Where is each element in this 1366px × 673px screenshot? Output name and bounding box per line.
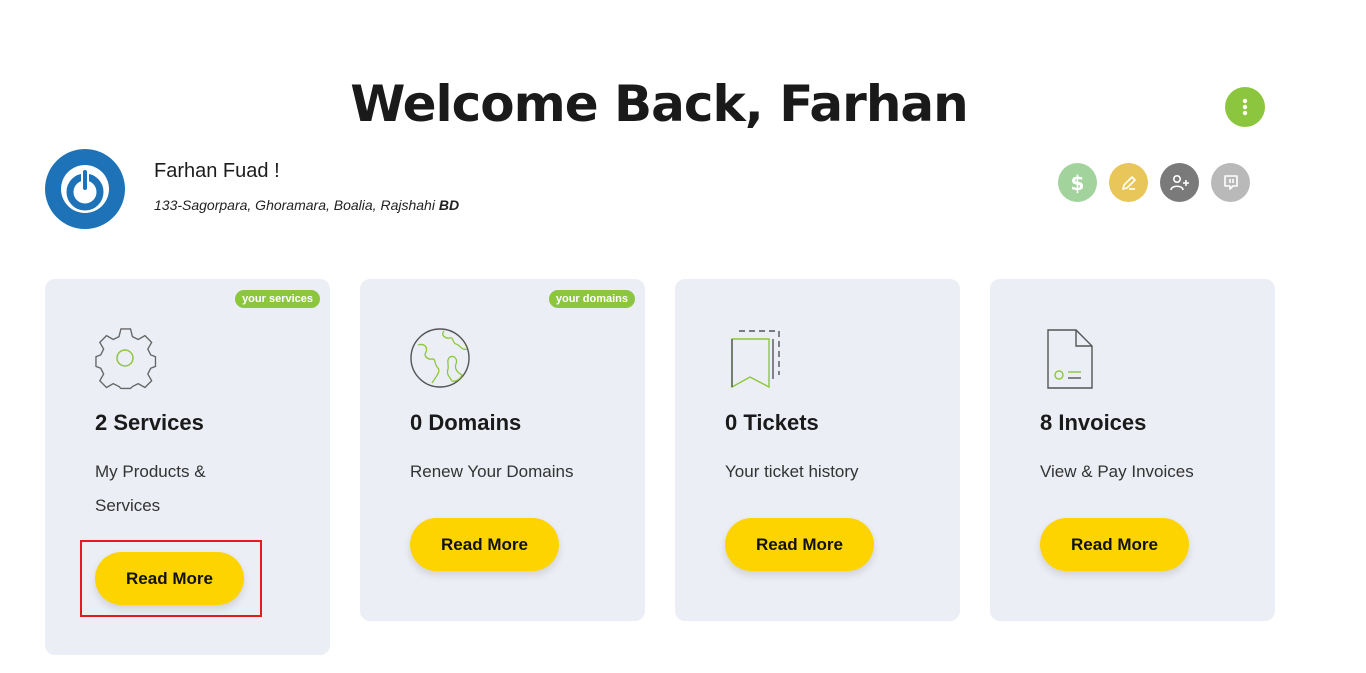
invoices-count: 8 Invoices: [1040, 410, 1147, 435]
tickets-desc-line1: Your ticket history: [725, 462, 859, 481]
chat-button[interactable]: [1211, 163, 1250, 202]
edit-button[interactable]: [1109, 163, 1148, 202]
tickets-description: Your ticket history: [725, 455, 859, 489]
services-description: My Products & Services: [95, 455, 206, 523]
message-icon: [1223, 174, 1238, 190]
dollar-icon: $: [1070, 170, 1085, 195]
tickets-read-more-button[interactable]: Read More: [725, 518, 874, 571]
add-contact-button[interactable]: [1160, 163, 1199, 202]
domains-description: Renew Your Domains: [410, 455, 573, 489]
pencil-icon: [1121, 175, 1136, 190]
invoices-desc-line1: View & Pay Invoices: [1040, 462, 1194, 481]
more-vertical-icon: [1242, 98, 1248, 116]
focus-highlight-box: [80, 540, 262, 617]
services-badge: your services: [235, 290, 320, 308]
services-desc-line1: My Products &: [95, 462, 206, 481]
domains-desc-line1: Renew Your Domains: [410, 462, 574, 481]
card-invoices: 8 Invoices View & Pay Invoices Read More: [990, 279, 1275, 621]
services-count: 2 Services: [95, 410, 204, 435]
globe-icon: [410, 328, 470, 388]
invoices-description: View & Pay Invoices: [1040, 455, 1194, 489]
avatar: [45, 149, 125, 229]
quick-actions: $: [1058, 163, 1250, 202]
gear-icon: [95, 328, 157, 390]
page-title: Welcome Back, Farhan: [350, 75, 969, 133]
domains-count: 0 Domains: [410, 410, 522, 435]
address-text: 133-Sagorpara, Ghoramara, Boalia, Rajsha…: [154, 197, 435, 213]
user-name: Farhan Fuad !: [154, 160, 280, 182]
card-domains: your domains 0 Domains Renew Your Domain…: [360, 279, 645, 621]
domains-badge: your domains: [548, 290, 635, 308]
billing-button[interactable]: $: [1058, 163, 1097, 202]
user-address: 133-Sagorpara, Ghoramara, Boalia, Rajsha…: [154, 197, 459, 213]
invoices-read-more-button[interactable]: Read More: [1040, 518, 1189, 571]
power-logo-icon: [61, 165, 109, 213]
services-desc-line2: Services: [95, 496, 161, 515]
ticket-icon: [731, 330, 780, 389]
tickets-count: 0 Tickets: [725, 410, 819, 435]
more-options-button[interactable]: [1225, 87, 1265, 127]
user-plus-icon: [1169, 174, 1189, 190]
invoice-icon: [1047, 329, 1093, 389]
domains-read-more-button[interactable]: Read More: [410, 518, 559, 571]
address-country: BD: [438, 197, 460, 213]
card-tickets: 0 Tickets Your ticket history Read More: [675, 279, 960, 621]
